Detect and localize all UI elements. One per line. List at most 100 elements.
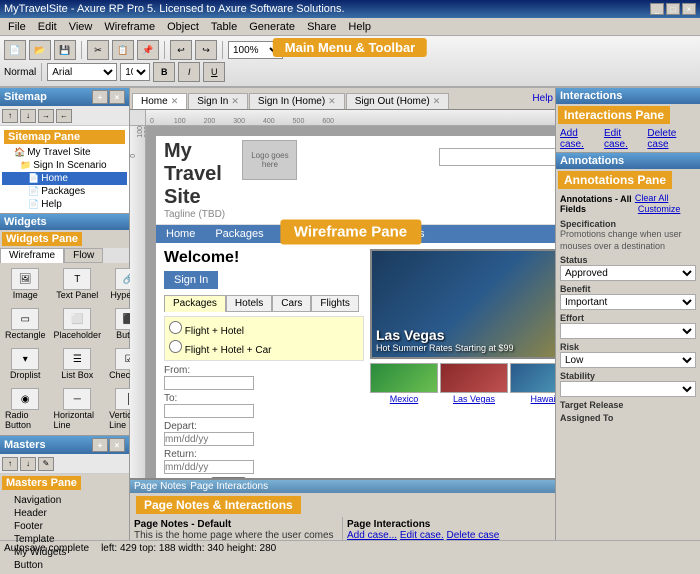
sitemap-item-home[interactable]: 📄Home xyxy=(2,172,127,185)
close-tab-signout-home[interactable]: ✕ xyxy=(433,96,441,107)
masters-up-button[interactable]: ↑ xyxy=(2,457,18,471)
int-add-case[interactable]: Add case. xyxy=(560,128,601,150)
nav-packages[interactable]: Packages xyxy=(205,225,273,243)
thumb-mexico[interactable]: Mexico xyxy=(370,363,438,404)
tab-wireframe[interactable]: Wireframe xyxy=(0,248,64,263)
wireframe-content[interactable]: Wireframe Pane Logo goes here My Travel … xyxy=(146,126,555,478)
open-button[interactable]: 📂 xyxy=(29,40,51,60)
sitemap-item-packages[interactable]: 📄Packages xyxy=(2,185,127,198)
new-button[interactable]: 📄 xyxy=(4,40,26,60)
booking-tab-cars[interactable]: Cars xyxy=(272,295,311,312)
help-link[interactable]: Help xyxy=(532,93,553,104)
flight-radio-2[interactable] xyxy=(169,340,182,353)
sign-in-button[interactable]: Sign In xyxy=(164,271,218,289)
masters-delete-button[interactable]: × xyxy=(109,438,125,452)
menu-table[interactable]: Table xyxy=(205,21,243,33)
sitemap-item-help[interactable]: 📄Help xyxy=(2,198,127,211)
to-input[interactable] xyxy=(164,404,254,418)
save-button[interactable]: 💾 xyxy=(54,40,76,60)
widget-droplist[interactable]: ▾Droplist xyxy=(2,345,49,383)
menu-view[interactable]: View xyxy=(63,21,99,33)
menu-object[interactable]: Object xyxy=(161,21,205,33)
sitemap-outdent-button[interactable]: ← xyxy=(56,109,72,123)
menu-generate[interactable]: Generate xyxy=(243,21,301,33)
tab-signin[interactable]: Sign In ✕ xyxy=(188,93,248,109)
close-tab-signin-home[interactable]: ✕ xyxy=(328,96,336,107)
masters-item-button[interactable]: Button xyxy=(2,559,127,572)
nav-cruises[interactable]: Cruises xyxy=(377,225,434,243)
masters-add-button[interactable]: + xyxy=(92,438,108,452)
italic-button[interactable]: I xyxy=(178,62,200,82)
widget-hline[interactable]: ─Horizontal Line xyxy=(51,385,105,433)
menu-share[interactable]: Share xyxy=(301,21,342,33)
add-case-link[interactable]: Add case... xyxy=(347,530,397,540)
widget-radio[interactable]: ◉Radio Button xyxy=(2,385,49,433)
widget-placeholder[interactable]: ⬜Placeholder xyxy=(51,305,105,343)
widget-listbox[interactable]: ☰List Box xyxy=(51,345,105,383)
flight-radio-1[interactable] xyxy=(169,321,182,334)
ann-benefit-select[interactable]: Important xyxy=(560,294,696,310)
fontsize-select[interactable]: 10 12 xyxy=(120,63,150,81)
int-edit-case[interactable]: Edit case. xyxy=(604,128,644,150)
close-tab-signin[interactable]: ✕ xyxy=(231,96,239,107)
sitemap-delete-button[interactable]: × xyxy=(109,90,125,104)
tab-flow[interactable]: Flow xyxy=(64,248,103,263)
booking-tab-hotels[interactable]: Hotels xyxy=(226,295,272,312)
masters-edit-button[interactable]: ✎ xyxy=(38,457,54,471)
sitemap-item-scenario[interactable]: 📁Sign In Scenario xyxy=(2,159,127,172)
undo-button[interactable]: ↩ xyxy=(170,40,192,60)
booking-tab-flights[interactable]: Flights xyxy=(311,295,358,312)
close-button[interactable]: × xyxy=(682,3,696,15)
redo-button[interactable]: ↪ xyxy=(195,40,217,60)
sitemap-indent-button[interactable]: → xyxy=(38,109,54,123)
underline-button[interactable]: U xyxy=(203,62,225,82)
sitemap-add-button[interactable]: + xyxy=(92,90,108,104)
ann-stability-select[interactable] xyxy=(560,381,696,397)
window-controls[interactable]: _ □ × xyxy=(650,3,696,15)
menu-help[interactable]: Help xyxy=(342,21,377,33)
close-tab-home[interactable]: ✕ xyxy=(171,96,179,107)
thumb-lasvegas[interactable]: Las Vegas xyxy=(440,363,508,404)
copy-button[interactable]: 📋 xyxy=(112,40,134,60)
customize-link[interactable]: Customize xyxy=(638,204,681,214)
minimize-button[interactable]: _ xyxy=(650,3,664,15)
ann-effort-select[interactable] xyxy=(560,323,696,339)
edit-case-text[interactable]: Edit case. xyxy=(400,530,444,540)
sitemap-down-button[interactable]: ↓ xyxy=(20,109,36,123)
nav-flights[interactable]: Flights xyxy=(274,225,326,243)
maximize-button[interactable]: □ xyxy=(666,3,680,15)
interactions-pane-label: Interactions Pane xyxy=(558,106,670,124)
clear-all-link[interactable]: Clear All xyxy=(635,193,669,203)
widget-textpanel[interactable]: TText Panel xyxy=(51,265,105,303)
tab-signin-home[interactable]: Sign In (Home) ✕ xyxy=(249,93,345,109)
menu-file[interactable]: File xyxy=(2,21,32,33)
ann-risk-select[interactable]: Low xyxy=(560,352,696,368)
sitemap-item-root[interactable]: 🏠My Travel Site xyxy=(2,146,127,159)
travelers-select[interactable]: 12 xyxy=(211,477,246,478)
from-input[interactable] xyxy=(164,376,254,390)
int-delete-case[interactable]: Delete case xyxy=(647,128,696,150)
menu-edit[interactable]: Edit xyxy=(32,21,63,33)
nav-home[interactable]: Home xyxy=(156,225,205,243)
delete-case-link[interactable]: Delete case xyxy=(447,530,500,540)
return-input[interactable] xyxy=(164,460,254,474)
ann-status-select[interactable]: Approved xyxy=(560,265,696,281)
tab-signout-home[interactable]: Sign Out (Home) ✕ xyxy=(346,93,450,109)
widget-rectangle[interactable]: ▭Rectangle xyxy=(2,305,49,343)
masters-item-header[interactable]: Header xyxy=(2,507,127,520)
paste-button[interactable]: 📌 xyxy=(137,40,159,60)
tab-home[interactable]: Home ✕ xyxy=(132,93,187,109)
sitemap-up-button[interactable]: ↑ xyxy=(2,109,18,123)
menu-wireframe[interactable]: Wireframe xyxy=(98,21,161,33)
font-select[interactable]: Arial xyxy=(47,63,117,81)
nav-hotels[interactable]: Hotels xyxy=(326,225,377,243)
masters-item-navigation[interactable]: Navigation xyxy=(2,494,127,507)
widget-image[interactable]: 🖼Image xyxy=(2,265,49,303)
booking-tab-packages[interactable]: Packages xyxy=(164,295,226,312)
depart-input[interactable] xyxy=(164,432,254,446)
search-input[interactable] xyxy=(439,148,555,166)
thumb-hawaii[interactable]: Hawaii xyxy=(510,363,555,404)
bold-button[interactable]: B xyxy=(153,62,175,82)
masters-down-button[interactable]: ↓ xyxy=(20,457,36,471)
cut-button[interactable]: ✂ xyxy=(87,40,109,60)
